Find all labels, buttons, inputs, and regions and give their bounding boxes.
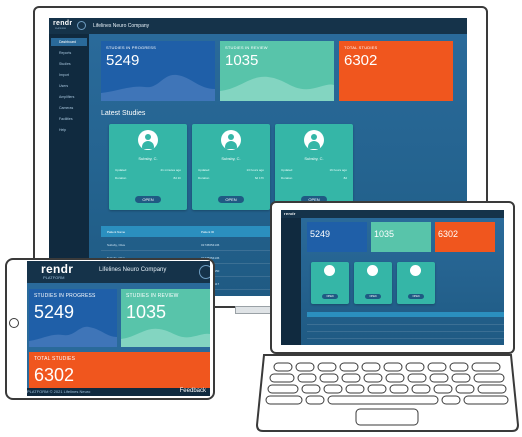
- section-heading: Latest Studies: [101, 110, 146, 117]
- laptop-screen: rendr 5249 1035 6302 OPEN OPEN OPEN: [281, 210, 504, 345]
- sidebar-item-users[interactable]: Users: [59, 84, 68, 88]
- study-card[interactable]: OPEN: [311, 262, 349, 304]
- study-updated-value: 13 hours ago: [246, 168, 264, 172]
- app-logo: rendr: [53, 20, 73, 27]
- user-avatar-icon: [410, 265, 421, 276]
- tablet-top-bar: rendr PLATFORM Lifelines Neuro Company: [27, 261, 210, 283]
- company-name: Lifelines Neuro Company: [99, 267, 167, 273]
- open-study-button[interactable]: OPEN: [408, 294, 424, 299]
- card-total[interactable]: TOTAL STUDIES 6302: [339, 41, 453, 101]
- card-value: 6302: [34, 365, 75, 385]
- card-wave-graphic: [121, 328, 210, 347]
- card-label: STUDIES IN REVIEW: [225, 45, 268, 50]
- card-total[interactable]: 6302: [435, 222, 495, 252]
- cell-patient-name: Subsby, Clive: [107, 243, 126, 247]
- app-logo-sub: PLATFORM: [43, 275, 65, 280]
- card-label: STUDIES IN REVIEW: [126, 293, 179, 299]
- card-in-review[interactable]: STUDIES IN REVIEW 1035: [121, 289, 210, 347]
- user-avatar-icon: [324, 265, 335, 276]
- tablet-footer: PLATFORM © 2021 Lifelines Neuro Feedback: [27, 388, 210, 396]
- study-updated-label: Updated: [115, 168, 127, 172]
- logo-mark-icon: [77, 21, 86, 30]
- user-avatar-icon: [367, 265, 378, 276]
- col-header-patient-id: Patient ID: [201, 230, 215, 234]
- study-duration-label: Duration: [281, 176, 293, 180]
- card-in-progress[interactable]: STUDIES IN PROGRESS 5249: [29, 289, 117, 347]
- tablet-home-button: [9, 318, 19, 328]
- open-study-button[interactable]: OPEN: [135, 196, 161, 203]
- open-study-button[interactable]: OPEN: [365, 294, 381, 299]
- study-card[interactable]: Subsby, C. Updated 16 hours ago Duration…: [275, 124, 353, 210]
- study-duration-value: 8d: [343, 176, 347, 180]
- company-name: Lifelines Neuro Company: [93, 23, 150, 29]
- table-row[interactable]: [307, 319, 504, 325]
- card-value: 5249: [310, 229, 331, 239]
- card-wave-graphic: [29, 326, 117, 347]
- card-label: STUDIES IN PROGRESS: [34, 293, 96, 299]
- app-logo: rendr: [284, 211, 296, 216]
- sidebar-item-label: Dashboard: [59, 40, 77, 44]
- study-updated-value: 16 hours ago: [329, 168, 347, 172]
- table-row[interactable]: [307, 333, 504, 339]
- study-updated-label: Updated: [198, 168, 210, 172]
- study-duration-value: 6d 17h: [254, 176, 264, 180]
- card-total[interactable]: TOTAL STUDIES 6302: [29, 352, 210, 388]
- card-in-review[interactable]: STUDIES IN REVIEW 1035: [220, 41, 334, 101]
- tablet-screen: rendr PLATFORM Lifelines Neuro Company S…: [27, 261, 210, 396]
- open-study-button[interactable]: OPEN: [218, 196, 244, 203]
- app-logo: rendr: [41, 262, 74, 276]
- footer-copyright: PLATFORM © 2021 Lifelines Neuro: [27, 389, 91, 394]
- card-in-review[interactable]: 1035: [371, 222, 431, 252]
- card-label: TOTAL STUDIES: [344, 45, 378, 50]
- study-duration-label: Duration: [198, 176, 210, 180]
- card-wave-graphic: [101, 74, 215, 101]
- user-avatar-icon: [221, 130, 241, 150]
- study-patient-name: Subsby, C.: [221, 156, 241, 161]
- study-duration-value: 8d 1h: [173, 176, 181, 180]
- top-bar: rendr PLATFORM Lifelines Neuro Company: [49, 18, 467, 34]
- card-value: 6302: [344, 52, 378, 69]
- col-header-patient-name: Patient Name: [107, 230, 126, 234]
- card-label: STUDIES IN PROGRESS: [106, 45, 157, 50]
- card-label: TOTAL STUDIES: [34, 356, 76, 362]
- study-card[interactable]: Subsby, C. Updated 13 hours ago Duration…: [192, 124, 270, 210]
- table-header: [307, 312, 504, 317]
- main-content: 5249 1035 6302 OPEN OPEN OPEN: [301, 218, 504, 345]
- sidebar-item-reports[interactable]: Reports: [59, 51, 71, 55]
- top-bar: rendr: [281, 210, 504, 218]
- study-patient-name: Subsby, C.: [138, 156, 158, 161]
- laptop-keyboard-base: [256, 354, 519, 432]
- table-row[interactable]: [307, 326, 504, 332]
- study-card[interactable]: OPEN: [354, 262, 392, 304]
- study-duration-label: Duration: [115, 176, 127, 180]
- card-in-progress[interactable]: STUDIES IN PROGRESS 5249: [101, 41, 215, 101]
- card-in-progress[interactable]: 5249: [307, 222, 367, 252]
- card-wave-graphic: [220, 76, 334, 101]
- user-avatar-icon[interactable]: [199, 265, 210, 279]
- study-updated-label: Updated: [281, 168, 293, 172]
- sidebar-item-dashboard[interactable]: Dashboard: [51, 38, 87, 46]
- study-updated-value: 21 minutes ago: [160, 168, 181, 172]
- sidebar-item-facilities[interactable]: Facilities: [59, 117, 73, 121]
- study-card[interactable]: OPEN: [397, 262, 435, 304]
- card-value: 6302: [438, 229, 459, 239]
- sidebar-item-import[interactable]: Import: [59, 73, 69, 77]
- card-value: 1035: [374, 229, 395, 239]
- feedback-link[interactable]: Feedback: [180, 388, 206, 394]
- user-avatar-icon: [138, 130, 158, 150]
- sidebar-item-amplifiers[interactable]: Amplifiers: [59, 95, 74, 99]
- sidebar-item-cameras[interactable]: Cameras: [59, 106, 73, 110]
- user-avatar-icon: [304, 130, 324, 150]
- study-card[interactable]: Subsby, C. Updated 21 minutes ago Durati…: [109, 124, 187, 210]
- study-patient-name: Subsby, C.: [304, 156, 324, 161]
- sidebar: [281, 218, 301, 345]
- open-study-button[interactable]: OPEN: [322, 294, 338, 299]
- sidebar: Dashboard Reports Studies Import Users A…: [49, 34, 89, 296]
- cell-patient-id: 01745654136: [201, 243, 220, 247]
- sidebar-item-studies[interactable]: Studies: [59, 62, 71, 66]
- sidebar-item-help[interactable]: Help: [59, 128, 66, 132]
- app-logo-sub: PLATFORM: [55, 28, 66, 30]
